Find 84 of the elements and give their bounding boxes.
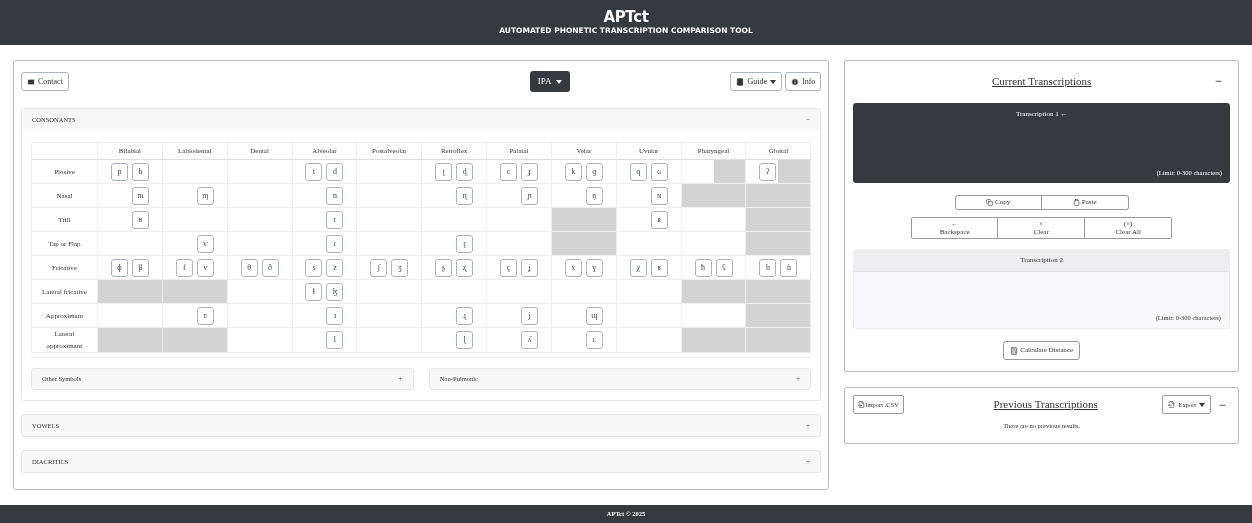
- symbol-key[interactable]: ʁ: [650, 258, 668, 277]
- caret-icon: [555, 79, 562, 84]
- symbol-key[interactable]: ħ: [694, 258, 712, 277]
- symbol-key[interactable]: ɟ: [521, 162, 538, 181]
- symbol-key[interactable]: r: [326, 210, 344, 229]
- toggle-sign[interactable]: −: [805, 113, 811, 126]
- symbol-key[interactable]: ɬ: [305, 282, 323, 301]
- symbol-key[interactable]: ʂ: [435, 258, 453, 277]
- guide-dropdown[interactable]: Guide: [730, 72, 782, 91]
- clipboard-icon: [1072, 199, 1080, 206]
- symbol-key[interactable]: j: [521, 306, 538, 325]
- book-icon: [736, 77, 745, 86]
- symbol-key[interactable]: ʙ: [131, 210, 149, 229]
- symbol-key[interactable]: s: [305, 258, 323, 277]
- symbol-key[interactable]: ʕ: [715, 258, 733, 277]
- symbol-key[interactable]: x: [564, 258, 582, 277]
- symbol-key[interactable]: ɳ: [456, 186, 474, 205]
- symbol-key[interactable]: ɻ: [456, 306, 474, 325]
- calculator-icon: [1010, 346, 1019, 355]
- symbol-key[interactable]: ʔ: [759, 162, 777, 181]
- symbol-key[interactable]: ʟ: [585, 331, 603, 349]
- symbol-key[interactable]: n: [326, 186, 344, 205]
- symbol-key[interactable]: ɮ: [326, 282, 344, 301]
- file-import-icon: [858, 401, 866, 408]
- alphabet-dropdown[interactable]: IPA: [529, 71, 570, 92]
- symbol-key[interactable]: ɭ: [456, 331, 474, 349]
- symbol-key[interactable]: ɾ: [326, 234, 344, 253]
- toggle-sign[interactable]: +: [795, 373, 801, 385]
- symbol-key[interactable]: b: [131, 162, 149, 181]
- symbol-key[interactable]: ɹ: [326, 306, 344, 325]
- toggle-sign[interactable]: +: [398, 373, 403, 385]
- symbol-key[interactable]: ɽ: [456, 234, 474, 253]
- symbol-key[interactable]: p: [110, 162, 128, 181]
- symbol-key[interactable]: ɣ: [585, 258, 603, 277]
- symbol-key[interactable]: ɢ: [650, 162, 668, 181]
- collapse-toggle[interactable]: −: [1215, 72, 1222, 90]
- symbol-key[interactable]: h: [759, 258, 777, 277]
- symbol-key[interactable]: ɴ: [650, 186, 668, 205]
- info-button[interactable]: Info: [785, 72, 822, 91]
- caret-icon: [1199, 402, 1206, 407]
- symbol-key[interactable]: z: [326, 258, 344, 277]
- symbol-key[interactable]: ʋ: [196, 306, 214, 325]
- symbol-key[interactable]: ʈ: [435, 162, 453, 181]
- symbol-key[interactable]: f: [175, 258, 193, 277]
- symbol-key[interactable]: χ: [629, 258, 647, 277]
- symbol-key[interactable]: θ: [240, 258, 258, 277]
- symbol-key[interactable]: ɲ: [521, 186, 538, 205]
- symbol-key[interactable]: ʎ: [521, 331, 538, 349]
- copy-icon: [986, 199, 994, 206]
- toggle-sign[interactable]: +: [805, 419, 811, 432]
- symbol-key[interactable]: m: [131, 186, 149, 205]
- symbol-key[interactable]: ð: [261, 258, 279, 277]
- symbol-key[interactable]: ʝ: [521, 258, 538, 277]
- collapse-toggle[interactable]: −: [1219, 395, 1226, 414]
- symbol-key[interactable]: d: [326, 162, 344, 181]
- symbol-key[interactable]: q: [629, 162, 647, 181]
- symbol-key[interactable]: ç: [500, 258, 517, 277]
- symbol-key[interactable]: ɦ: [780, 258, 798, 277]
- symbol-key[interactable]: ʃ: [370, 258, 388, 277]
- symbol-key[interactable]: β: [131, 258, 149, 277]
- symbol-key[interactable]: k: [564, 162, 582, 181]
- caret-icon: [770, 79, 776, 84]
- file-export-icon: [1168, 401, 1176, 408]
- info-icon: [791, 77, 799, 86]
- symbol-key[interactable]: l: [326, 331, 344, 349]
- contact-button[interactable]: Contact: [21, 72, 69, 91]
- symbol-key[interactable]: ɱ: [196, 186, 214, 205]
- symbol-key[interactable]: ɡ: [585, 162, 603, 181]
- symbol-key[interactable]: ɰ: [585, 306, 603, 325]
- symbol-key[interactable]: ʒ: [391, 258, 409, 277]
- symbol-key[interactable]: ʐ: [456, 258, 474, 277]
- symbol-key[interactable]: v: [196, 258, 214, 277]
- mail-icon: [27, 77, 35, 86]
- card-title: Previous Transcriptions: [993, 397, 1098, 413]
- symbol-key[interactable]: ɖ: [456, 162, 474, 181]
- symbol-key[interactable]: t: [305, 162, 323, 181]
- symbol-key[interactable]: ɸ: [110, 258, 128, 277]
- symbol-key[interactable]: c: [500, 162, 517, 181]
- app-title: APTct: [603, 10, 649, 26]
- symbol-key[interactable]: ŋ: [585, 186, 603, 205]
- symbol-key[interactable]: ʀ: [650, 210, 668, 229]
- card-title: Current Transcriptions: [992, 73, 1092, 89]
- toggle-sign[interactable]: +: [805, 455, 811, 468]
- symbol-key[interactable]: ⱱ: [196, 234, 214, 253]
